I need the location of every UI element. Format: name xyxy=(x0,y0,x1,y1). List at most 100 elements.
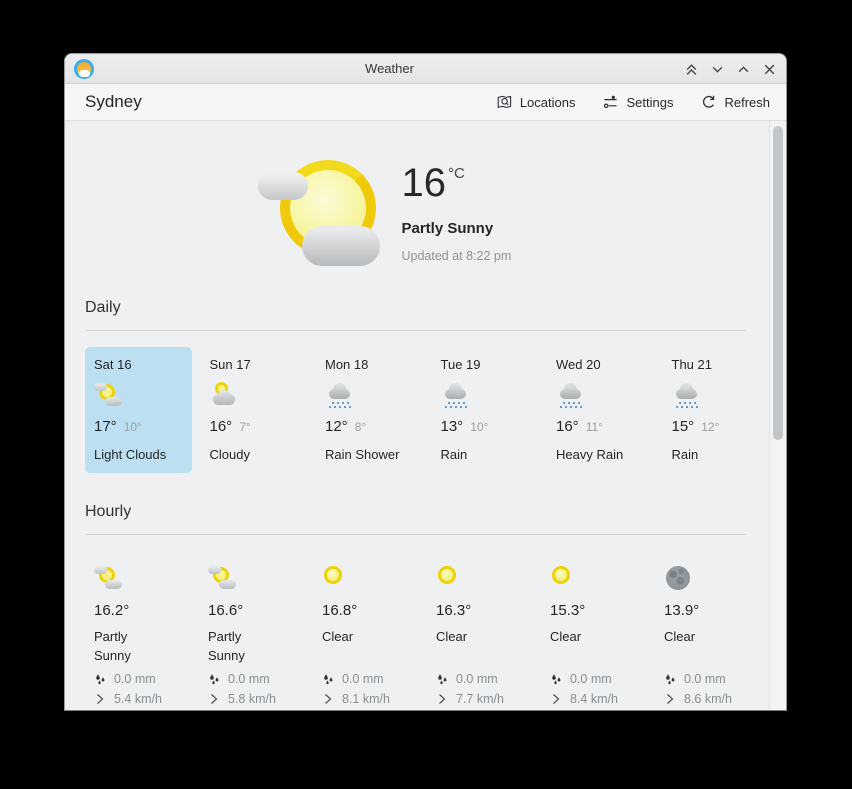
high-temp: 16° xyxy=(556,418,579,435)
map-search-icon xyxy=(496,94,513,111)
hourly-card-5[interactable]: 15.3° Clear 0.0 mm 8.4 km/h xyxy=(541,550,646,706)
locations-label: Locations xyxy=(520,95,576,110)
precipitation-value: 0.0 mm xyxy=(456,672,498,686)
hourly-card-4[interactable]: 16.3° Clear 0.0 mm 7.7 km/h xyxy=(427,550,532,706)
clear-day-icon xyxy=(322,564,350,592)
hourly-card-6[interactable]: 13.9° Clear 0.0 mm 8.6 km/h xyxy=(655,550,760,706)
current-condition: Partly Sunny xyxy=(402,220,577,237)
hourly-card-1[interactable]: 16.2° Partly Sunny 0.0 mm 5.4 km/h xyxy=(85,550,190,706)
settings-button[interactable]: Settings xyxy=(602,94,673,111)
wind-direction-icon xyxy=(550,693,562,705)
scroll-content: 16°C Partly Sunny Updated at 8:22 pm Dai… xyxy=(65,121,786,710)
daily-card-sat[interactable]: Sat 16 17° 10° Light Clouds xyxy=(85,347,192,473)
hourly-card-2[interactable]: 16.6° Partly Sunny 0.0 mm 5.8 km/h xyxy=(199,550,304,706)
precipitation-value: 0.0 mm xyxy=(228,672,270,686)
refresh-button[interactable]: Refresh xyxy=(700,94,770,111)
titlebar[interactable]: Weather xyxy=(65,54,786,84)
rain-icon xyxy=(672,381,700,409)
partly-sunny-icon xyxy=(94,564,122,592)
daily-card-tue[interactable]: Tue 19 13°10° Rain xyxy=(432,347,539,473)
separator xyxy=(85,330,746,331)
wind-value: 5.8 km/h xyxy=(228,692,276,706)
day-label: Mon 18 xyxy=(325,357,414,372)
current-temperature: 16°C xyxy=(402,163,577,203)
day-label: Wed 20 xyxy=(556,357,645,372)
hourly-forecast-row: 16.2° Partly Sunny 0.0 mm 5.4 km/h 16.6°… xyxy=(85,550,769,706)
wind-direction-icon xyxy=(436,693,448,705)
daily-heading: Daily xyxy=(85,299,769,317)
high-temp: 15° xyxy=(672,418,695,435)
hour-condition: Clear xyxy=(436,628,500,666)
precipitation-icon xyxy=(664,673,676,685)
wind-value: 8.1 km/h xyxy=(342,692,390,706)
updated-timestamp: Updated at 8:22 pm xyxy=(402,249,577,263)
daily-card-mon[interactable]: Mon 18 12°8° Rain Shower xyxy=(316,347,423,473)
refresh-label: Refresh xyxy=(724,95,770,110)
day-condition: Rain Shower xyxy=(325,447,414,462)
page-title: Sydney xyxy=(85,92,142,112)
minimize-icon[interactable] xyxy=(709,61,725,77)
precipitation-icon xyxy=(94,673,106,685)
hour-condition: Clear xyxy=(322,628,386,666)
clear-day-icon xyxy=(550,564,578,592)
high-temp: 16° xyxy=(210,418,233,435)
day-condition: Cloudy xyxy=(210,447,299,462)
hour-condition: Partly Sunny xyxy=(94,628,158,666)
precipitation-icon xyxy=(322,673,334,685)
weather-window: Weather Sydney xyxy=(64,53,787,711)
partly-sunny-icon xyxy=(258,158,382,268)
daily-card-thu[interactable]: Thu 21 15°12° Rain xyxy=(663,347,770,473)
rain-icon xyxy=(441,381,469,409)
keep-above-icon[interactable] xyxy=(683,61,699,77)
partly-sunny-icon xyxy=(94,381,122,409)
day-condition: Light Clouds xyxy=(94,447,183,462)
sliders-icon xyxy=(602,94,619,111)
window-title: Weather xyxy=(365,54,414,84)
close-icon[interactable] xyxy=(761,61,777,77)
day-condition: Heavy Rain xyxy=(556,447,645,462)
hour-temp: 16.8° xyxy=(322,602,409,619)
scrollbar-thumb[interactable] xyxy=(773,126,783,440)
current-text: 16°C Partly Sunny Updated at 8:22 pm xyxy=(402,163,577,263)
settings-label: Settings xyxy=(626,95,673,110)
precipitation-icon xyxy=(208,673,220,685)
day-condition: Rain xyxy=(672,447,761,462)
wind-value: 5.4 km/h xyxy=(114,692,162,706)
clear-day-icon xyxy=(436,564,464,592)
current-conditions: 16°C Partly Sunny Updated at 8:22 pm xyxy=(65,157,769,269)
rain-icon xyxy=(325,381,353,409)
maximize-icon[interactable] xyxy=(735,61,751,77)
day-label: Thu 21 xyxy=(672,357,761,372)
hour-temp: 13.9° xyxy=(664,602,751,619)
wind-direction-icon xyxy=(94,693,106,705)
precipitation-icon xyxy=(550,673,562,685)
refresh-icon xyxy=(700,94,717,111)
wind-value: 7.7 km/h xyxy=(456,692,504,706)
hour-temp: 16.3° xyxy=(436,602,523,619)
locations-button[interactable]: Locations xyxy=(496,94,576,111)
low-temp: 10° xyxy=(470,420,488,434)
app-icon xyxy=(74,59,94,79)
daily-card-sun[interactable]: Sun 17 16°7° Cloudy xyxy=(201,347,308,473)
low-temp: 10° xyxy=(124,420,142,434)
precipitation-value: 0.0 mm xyxy=(114,672,156,686)
wind-value: 8.6 km/h xyxy=(684,692,732,706)
hour-condition: Partly Sunny xyxy=(208,628,272,666)
wind-direction-icon xyxy=(208,693,220,705)
day-label: Tue 19 xyxy=(441,357,530,372)
vertical-scrollbar[interactable] xyxy=(769,121,786,710)
hourly-card-3[interactable]: 16.8° Clear 0.0 mm 8.1 km/h xyxy=(313,550,418,706)
scroll-view: 16°C Partly Sunny Updated at 8:22 pm Dai… xyxy=(65,121,769,710)
low-temp: 11° xyxy=(586,420,603,434)
hour-condition: Clear xyxy=(550,628,614,666)
day-label: Sat 16 xyxy=(94,357,183,372)
partly-sunny-icon xyxy=(208,564,236,592)
rain-icon xyxy=(556,381,584,409)
daily-forecast-row: Sat 16 17° 10° Light Clouds Sun 17 16°7° … xyxy=(85,347,769,473)
clear-night-icon xyxy=(664,564,692,592)
desktop-background: Weather Sydney xyxy=(0,0,852,789)
toolbar: Locations Settings xyxy=(496,94,770,111)
high-temp: 17° xyxy=(94,418,117,435)
daily-card-wed[interactable]: Wed 20 16° 11° Heavy Rain xyxy=(547,347,654,473)
hour-temp: 16.6° xyxy=(208,602,295,619)
